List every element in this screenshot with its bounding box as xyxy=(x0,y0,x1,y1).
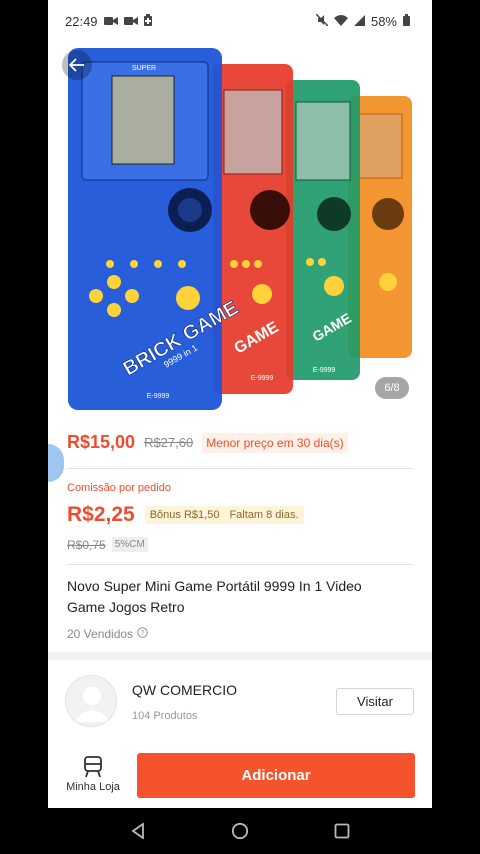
store-section: QW COMERCIO 104 Produtos Visitar xyxy=(48,660,432,748)
lowest-price-badge: Menor preço em 30 dia(s) xyxy=(202,432,348,453)
store-icon xyxy=(84,756,102,778)
commission-old-row: R$0,75 5%CM xyxy=(67,537,148,552)
image-counter: 6/8 xyxy=(375,377,409,399)
blue-console: SUPER BRICK GAME 9999 in 1 E-9999 xyxy=(68,48,242,410)
my-store-button[interactable]: Minha Loja xyxy=(62,756,124,793)
bottom-action-bar: Minha Loja Adicionar xyxy=(48,748,432,808)
system-nav-bar xyxy=(0,808,480,854)
svg-text:?: ? xyxy=(141,630,145,637)
price-row: R$15,00 R$27,60 Menor preço em 30 dia(s) xyxy=(67,432,348,453)
blue-console-model: E-9999 xyxy=(147,393,170,400)
store-name[interactable]: QW COMERCIO xyxy=(132,682,237,698)
nav-back-icon[interactable] xyxy=(127,820,149,842)
floating-side-tab[interactable] xyxy=(48,444,64,482)
store-avatar[interactable] xyxy=(65,675,117,727)
my-store-label: Minha Loja xyxy=(66,781,120,793)
user-avatar-icon xyxy=(74,687,110,722)
blue-console-brand: SUPER xyxy=(132,65,156,72)
add-button[interactable]: Adicionar xyxy=(137,753,415,798)
product-image[interactable]: E-9999 GAME E-9999 GAME SUPER BRICK GAME… xyxy=(48,42,432,417)
red-console-model: E-9999 xyxy=(251,375,274,382)
signal-icon xyxy=(353,14,365,29)
video-icon xyxy=(123,14,138,29)
original-price: R$27,60 xyxy=(144,435,194,450)
status-left: 22:49 xyxy=(65,13,152,29)
store-product-count: 104 Produtos xyxy=(132,710,198,722)
handheld-games-illustration: E-9999 GAME E-9999 GAME SUPER BRICK GAME… xyxy=(68,48,412,410)
back-button[interactable] xyxy=(62,50,92,80)
sold-count-text: 20 Vendidos xyxy=(67,627,134,641)
commission-old-value: R$0,75 xyxy=(67,537,106,552)
help-icon[interactable]: ? xyxy=(137,627,148,641)
bonus-badge: Bônus R$1,50 Faltam 8 dias. xyxy=(144,506,304,524)
commission-label: Comissão por pedido xyxy=(67,482,171,494)
wifi-icon xyxy=(333,14,348,29)
arrow-left-icon xyxy=(69,58,84,72)
bonus-remaining: Faltam 8 dias. xyxy=(229,509,299,521)
app-screen: 22:49 58% E-9999 GAME E-9999 GAME SUPER … xyxy=(48,0,432,808)
status-time: 22:49 xyxy=(65,13,98,29)
commission-value: R$2,25 xyxy=(67,503,135,526)
divider xyxy=(67,564,413,565)
nav-home-icon[interactable] xyxy=(229,820,251,842)
divider xyxy=(67,468,413,469)
product-title: Novo Super Mini Game Portátil 9999 In 1 … xyxy=(67,578,362,615)
nav-recents-icon[interactable] xyxy=(331,820,353,842)
battery-icon xyxy=(403,13,410,29)
battery-percent: 58% xyxy=(370,13,397,29)
mute-icon xyxy=(315,12,329,29)
green-console-model: E-9999 xyxy=(313,367,336,374)
section-separator xyxy=(48,652,432,660)
green-console: E-9999 GAME xyxy=(286,80,360,380)
battery-saver-icon xyxy=(143,13,152,29)
visit-store-button[interactable]: Visitar xyxy=(336,688,414,715)
commission-percent-badge: 5%CM xyxy=(111,537,148,552)
sold-count: 20 Vendidos ? xyxy=(67,627,148,641)
status-bar: 22:49 58% xyxy=(48,0,432,42)
bonus-amount: Bônus R$1,50 xyxy=(149,509,220,521)
status-right: 58% xyxy=(315,12,410,29)
camera-icon xyxy=(103,14,118,29)
current-price: R$15,00 xyxy=(67,432,136,452)
commission-row: R$2,25 Bônus R$1,50 Faltam 8 dias. xyxy=(67,503,304,527)
red-console: E-9999 GAME xyxy=(213,64,293,394)
